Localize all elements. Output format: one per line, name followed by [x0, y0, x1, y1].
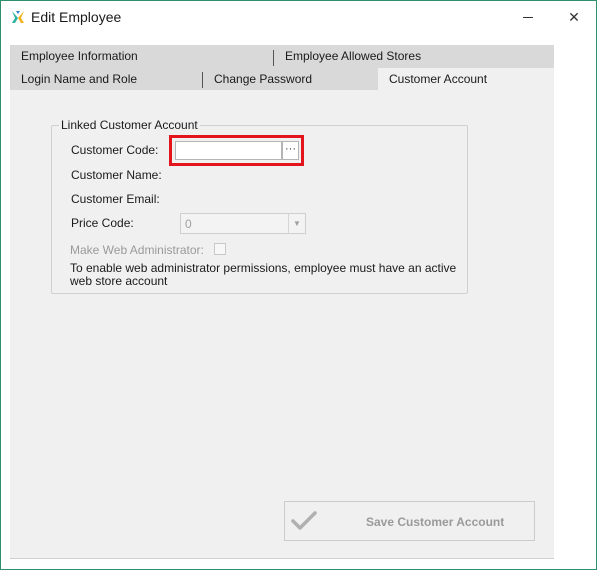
chevron-down-icon: ▼: [288, 214, 305, 233]
close-icon: ✕: [568, 8, 580, 25]
minimize-icon: [523, 16, 533, 18]
price-code-select[interactable]: 0 ▼: [180, 213, 306, 234]
customer-email-label: Customer Email:: [71, 192, 160, 206]
make-web-admin-checkbox[interactable]: [214, 243, 226, 255]
app-logo-icon: [10, 9, 26, 25]
linked-customer-account-group: Linked Customer Account Customer Code: ·…: [51, 118, 468, 294]
tab-label: Change Password: [214, 72, 313, 86]
tab-label: Login Name and Role: [21, 72, 138, 86]
checkmark-icon: [291, 510, 317, 532]
customer-code-highlight: ···: [169, 135, 304, 166]
customer-account-panel: Linked Customer Account Customer Code: ·…: [10, 90, 554, 559]
customer-code-input[interactable]: [175, 141, 282, 160]
price-code-value: 0: [185, 217, 192, 231]
tab-change-password[interactable]: Change Password: [203, 68, 378, 90]
tab-strip: Employee Information Employee Allowed St…: [10, 45, 554, 90]
web-admin-note: To enable web administrator permissions,…: [70, 261, 457, 288]
save-button-label: Save Customer Account: [366, 515, 505, 529]
make-web-admin-label: Make Web Administrator:: [70, 243, 204, 257]
close-button[interactable]: ✕: [551, 1, 597, 33]
browse-customer-button[interactable]: ···: [282, 141, 299, 160]
window-title: Edit Employee: [31, 9, 122, 25]
group-legend: Linked Customer Account: [59, 118, 200, 132]
edit-employee-window: Edit Employee ✕ Employee Information Emp…: [0, 0, 597, 570]
customer-code-label: Customer Code:: [71, 143, 159, 157]
tab-label: Employee Allowed Stores: [285, 49, 422, 63]
minimize-button[interactable]: [505, 1, 551, 33]
tab-employee-allowed-stores[interactable]: Employee Allowed Stores: [274, 45, 554, 67]
title-bar: Edit Employee ✕: [1, 1, 596, 33]
tab-label: Employee Information: [21, 49, 138, 63]
save-customer-account-button[interactable]: Save Customer Account: [284, 501, 535, 541]
price-code-label: Price Code:: [71, 216, 134, 230]
tab-login-name-and-role[interactable]: Login Name and Role: [10, 68, 202, 90]
customer-name-label: Customer Name:: [71, 168, 162, 182]
tab-customer-account[interactable]: Customer Account: [378, 68, 554, 90]
tab-label: Customer Account: [389, 72, 488, 86]
tab-employee-information[interactable]: Employee Information: [10, 45, 272, 67]
